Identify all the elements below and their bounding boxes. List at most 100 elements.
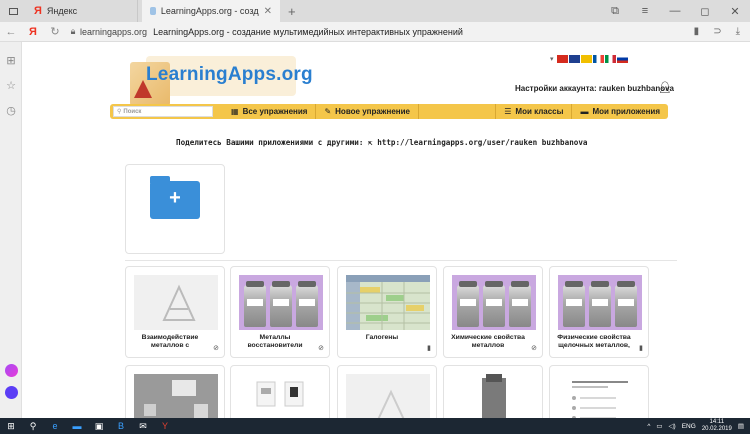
menu-label: Мои классы bbox=[515, 107, 564, 116]
flag-icon[interactable] bbox=[616, 55, 628, 63]
minimize-icon[interactable]: — bbox=[660, 5, 690, 18]
tab-yandex[interactable]: Я Яндекс bbox=[26, 0, 138, 22]
history-clock-icon[interactable]: ◷ bbox=[0, 104, 22, 117]
keyboard-language[interactable]: ENG bbox=[682, 423, 696, 430]
eye-off-icon[interactable]: ⊘ bbox=[318, 344, 324, 352]
bookmark-icon[interactable]: ▮ bbox=[694, 26, 700, 37]
app-thumbnail bbox=[239, 374, 323, 418]
close-window-icon[interactable]: ✕ bbox=[720, 5, 750, 18]
tabs-icon bbox=[8, 7, 18, 15]
app-card[interactable] bbox=[230, 365, 330, 418]
network-icon[interactable]: ▭ bbox=[656, 422, 662, 430]
tab-learningapps[interactable]: LearningApps.org - созд ✕ bbox=[142, 0, 280, 22]
app-thumbnail bbox=[346, 374, 430, 418]
tab-label: Яндекс bbox=[46, 6, 78, 16]
search-input[interactable]: ⚲ Поиск bbox=[113, 106, 213, 117]
maximize-icon[interactable]: ◻ bbox=[690, 5, 720, 18]
app-card[interactable] bbox=[443, 365, 543, 418]
folder-icon: ▬ bbox=[580, 107, 589, 116]
app-card[interactable] bbox=[125, 365, 225, 418]
clock-date: 20.02.2019 bbox=[701, 426, 732, 432]
app-placeholder-icon bbox=[162, 284, 196, 321]
bookmark-icon[interactable]: ▮ bbox=[639, 344, 643, 352]
back-icon[interactable]: ← bbox=[0, 26, 22, 38]
flag-icon[interactable] bbox=[568, 55, 580, 63]
jar-image bbox=[509, 281, 531, 327]
edge-icon[interactable]: e bbox=[44, 421, 66, 431]
apps-grid-icon[interactable]: ⊞ bbox=[0, 54, 22, 67]
app-thumbnail bbox=[452, 275, 536, 330]
app-thumbnail bbox=[452, 374, 536, 418]
yandex-home-icon[interactable]: Я bbox=[22, 26, 44, 38]
windows-start-icon[interactable]: ⊞ bbox=[0, 421, 22, 432]
share-link-icon: ⇱ bbox=[368, 138, 373, 147]
alice-assistant-icon[interactable] bbox=[5, 364, 18, 377]
clock-time: 14:11 bbox=[709, 419, 725, 425]
volume-icon[interactable]: ◁) bbox=[669, 422, 676, 430]
flag-icon[interactable] bbox=[592, 55, 604, 63]
share-url[interactable]: http://learningapps.org/user/rauken buzh… bbox=[377, 138, 587, 147]
search-icon: ⚲ bbox=[117, 109, 122, 115]
jar-image bbox=[296, 281, 318, 327]
new-tab-button[interactable]: + bbox=[280, 4, 304, 19]
bookmark-icon[interactable]: ▮ bbox=[427, 344, 431, 352]
jar-image bbox=[270, 281, 292, 327]
bottle-photo-image bbox=[482, 374, 506, 418]
address-domain[interactable]: learningapps.org bbox=[80, 27, 147, 37]
app-card[interactable] bbox=[549, 365, 649, 418]
app-card[interactable]: Галогены ▮ bbox=[337, 266, 437, 358]
app-b-icon[interactable]: B bbox=[110, 421, 132, 431]
reload-icon[interactable]: ↻ bbox=[44, 25, 66, 38]
menu-icon[interactable]: ≡ bbox=[630, 5, 660, 18]
tray-expand-icon[interactable]: ^ bbox=[647, 423, 650, 430]
favorites-star-icon[interactable]: ☆ bbox=[0, 79, 22, 92]
tabs-overview-button[interactable] bbox=[0, 7, 26, 15]
lock-icon[interactable]: 🔒︎ bbox=[66, 26, 80, 37]
app-card[interactable]: Металлы восстановители ⊘ bbox=[230, 266, 330, 358]
notifications-icon[interactable]: ▤ bbox=[738, 422, 744, 430]
extensions-icon[interactable]: ⊃ bbox=[713, 26, 721, 37]
address-page-title[interactable]: LearningApps.org - создание мультимедийн… bbox=[153, 27, 463, 37]
menu-all-apps[interactable]: ▦ Все упражнения bbox=[223, 104, 317, 119]
file-explorer-icon[interactable]: ▬ bbox=[66, 421, 88, 431]
flag-icon[interactable] bbox=[580, 55, 592, 63]
app-thumbnail bbox=[558, 275, 642, 330]
menu-my-classes[interactable]: ☰ Мои классы bbox=[495, 104, 573, 119]
clock[interactable]: 14:11 20.02.2019 bbox=[702, 419, 732, 433]
menu-new-app[interactable]: ✎ Новое упражнение bbox=[316, 104, 419, 119]
eye-off-icon[interactable]: ⊘ bbox=[531, 344, 537, 352]
system-tray: ^ ▭ ◁) ENG 14:11 20.02.2019 ▤ bbox=[647, 419, 750, 433]
section-divider bbox=[125, 260, 677, 261]
search-icon[interactable]: ⚲ bbox=[22, 421, 44, 432]
address-bar: ← Я ↻ 🔒︎ learningapps.org LearningApps.o… bbox=[0, 22, 750, 42]
flag-icon[interactable] bbox=[556, 55, 568, 63]
table-sheet-image bbox=[346, 275, 430, 330]
app-card[interactable]: Взаимодействие металлов с ⊘ bbox=[125, 266, 225, 358]
app-card[interactable]: Физические свойства щелочных металлов, ▮ bbox=[549, 266, 649, 358]
language-dropdown-icon[interactable]: ▾ bbox=[550, 55, 554, 63]
language-flags: ▾ bbox=[550, 55, 628, 63]
windows-taskbar: ⊞ ⚲ e ▬ ▣ B ✉ Y ^ ▭ ◁) ENG 14:11 20.02.2… bbox=[0, 418, 750, 434]
window-controls: ⧉ ≡ — ◻ ✕ bbox=[600, 5, 750, 18]
pin-icon[interactable]: ⧉ bbox=[600, 5, 630, 18]
browser-tab-bar: Я Яндекс LearningApps.org - созд ✕ + ⧉ ≡… bbox=[0, 0, 750, 22]
account-settings-link[interactable]: Настройки аккаунта: rauken buzhbanova bbox=[515, 84, 674, 93]
flag-icon[interactable] bbox=[604, 55, 616, 63]
store-icon[interactable]: ▣ bbox=[88, 421, 110, 432]
menu-my-apps[interactable]: ▬ Мои приложения bbox=[572, 104, 668, 119]
logo-text: LearningApps.org bbox=[146, 64, 313, 85]
download-icon[interactable]: ⤓ bbox=[736, 26, 740, 37]
yandex-browser-icon[interactable]: Y bbox=[154, 421, 176, 431]
close-tab-icon[interactable]: ✕ bbox=[264, 6, 272, 17]
app-card[interactable] bbox=[337, 365, 437, 418]
new-folder-card[interactable]: + bbox=[125, 164, 225, 254]
eye-off-icon[interactable]: ⊘ bbox=[213, 344, 219, 352]
share-text: Поделитесь Вашими приложениями с другими… bbox=[176, 138, 364, 147]
user-icon[interactable]: 👤︎ bbox=[658, 81, 672, 94]
app-card[interactable]: Химические свойства металлов ⊘ bbox=[443, 266, 543, 358]
site-logo[interactable]: LearningApps.org bbox=[130, 54, 313, 106]
mail-icon[interactable]: ✉ bbox=[132, 421, 154, 432]
grid-icon: ▦ bbox=[231, 107, 239, 116]
favicon-icon bbox=[150, 7, 156, 15]
alice-voice-icon[interactable] bbox=[5, 386, 18, 399]
